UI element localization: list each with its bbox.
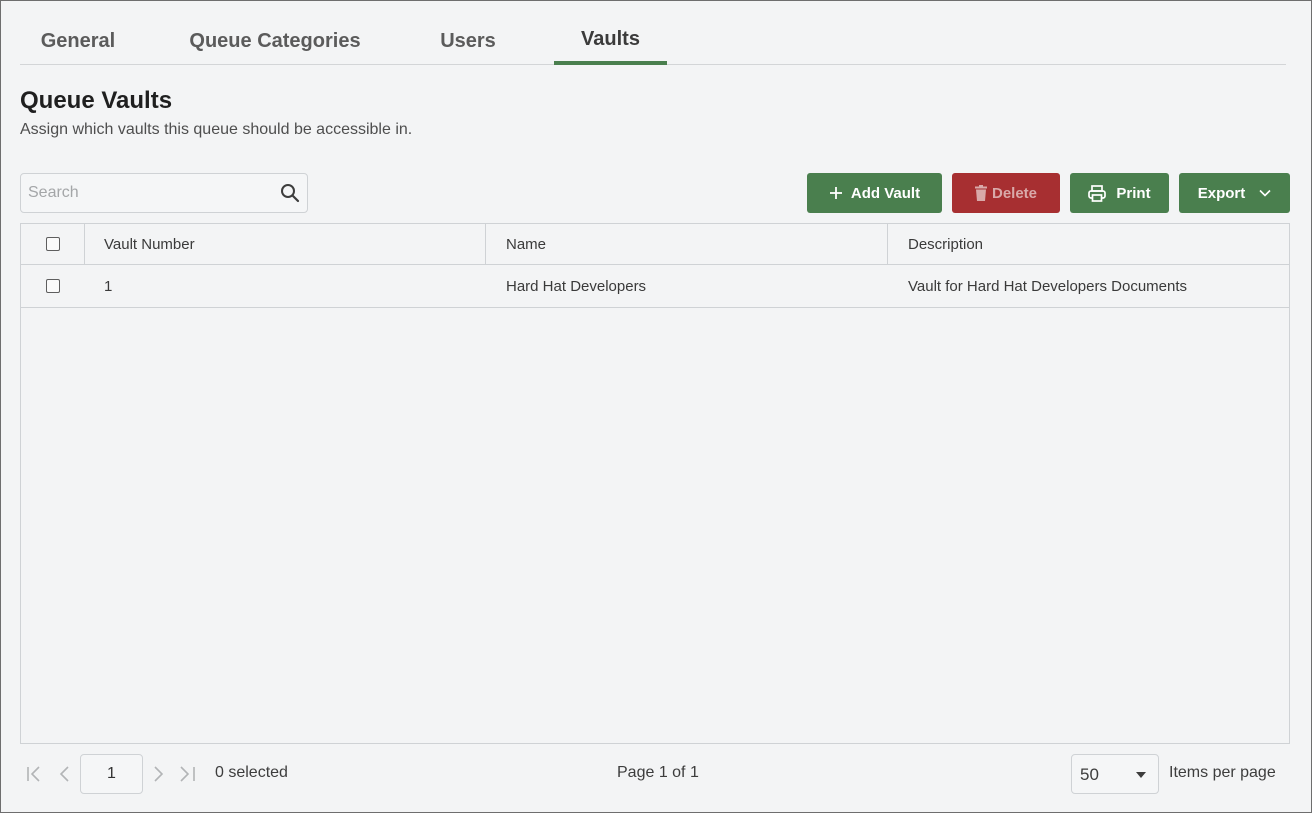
add-vault-button[interactable]: Add Vault bbox=[807, 173, 942, 213]
page-subtitle: Assign which vaults this queue should be… bbox=[20, 121, 413, 138]
printer-icon bbox=[1088, 184, 1107, 202]
column-header-name[interactable]: Name bbox=[485, 224, 887, 264]
caret-down-icon bbox=[1136, 772, 1146, 778]
delete-label: Delete bbox=[991, 184, 1038, 202]
column-header-vault-number[interactable]: Vault Number bbox=[84, 224, 485, 264]
previous-page-icon[interactable] bbox=[55, 764, 75, 784]
row-select-cell bbox=[21, 265, 84, 307]
table-row[interactable]: 1 Hard Hat Developers Vault for Hard Hat… bbox=[21, 265, 1289, 308]
search-input[interactable] bbox=[21, 174, 271, 212]
tab-vaults[interactable]: Vaults bbox=[554, 19, 667, 65]
first-page-icon[interactable] bbox=[25, 764, 45, 784]
tab-queue-categories[interactable]: Queue Categories bbox=[170, 19, 380, 64]
search-icon[interactable] bbox=[280, 183, 300, 203]
export-label: Export bbox=[1197, 184, 1246, 202]
plus-icon bbox=[829, 187, 842, 199]
print-button[interactable]: Print bbox=[1070, 173, 1169, 213]
page-number-input[interactable] bbox=[80, 754, 143, 794]
page-title: Queue Vaults bbox=[20, 87, 173, 114]
select-all-cell bbox=[21, 224, 84, 264]
tab-general[interactable]: General bbox=[20, 19, 136, 64]
search-box bbox=[20, 173, 308, 213]
items-per-page-label: Items per page bbox=[1169, 764, 1276, 781]
select-all-checkbox[interactable] bbox=[45, 237, 60, 251]
column-header-description[interactable]: Description bbox=[887, 224, 1289, 264]
print-label: Print bbox=[1116, 184, 1151, 202]
export-button[interactable]: Export bbox=[1179, 173, 1290, 213]
add-vault-label: Add Vault bbox=[850, 184, 921, 202]
vault-number-cell: 1 bbox=[104, 277, 113, 295]
table-header: Vault Number Name Description bbox=[21, 224, 1289, 265]
name-cell: Hard Hat Developers bbox=[506, 277, 647, 295]
selected-count: 0 selected bbox=[215, 764, 288, 781]
tab-bar: General Queue Categories Users Vaults bbox=[20, 19, 1286, 65]
delete-button[interactable]: Delete bbox=[952, 173, 1060, 213]
description-cell: Vault for Hard Hat Developers Documents bbox=[908, 277, 1188, 295]
last-page-icon[interactable] bbox=[177, 764, 197, 784]
next-page-icon[interactable] bbox=[148, 764, 168, 784]
page-size-value: 50 bbox=[1080, 765, 1099, 784]
row-checkbox[interactable] bbox=[45, 279, 60, 293]
vaults-table: Vault Number Name Description 1 Hard Hat… bbox=[20, 223, 1290, 744]
trash-icon bbox=[974, 185, 987, 201]
tab-users[interactable]: Users bbox=[420, 19, 516, 64]
page-info: Page 1 of 1 bbox=[617, 764, 699, 781]
chevron-down-icon bbox=[1259, 189, 1271, 197]
page-size-select[interactable]: 50 bbox=[1071, 754, 1159, 794]
app-window: General Queue Categories Users Vaults Qu… bbox=[0, 0, 1312, 813]
